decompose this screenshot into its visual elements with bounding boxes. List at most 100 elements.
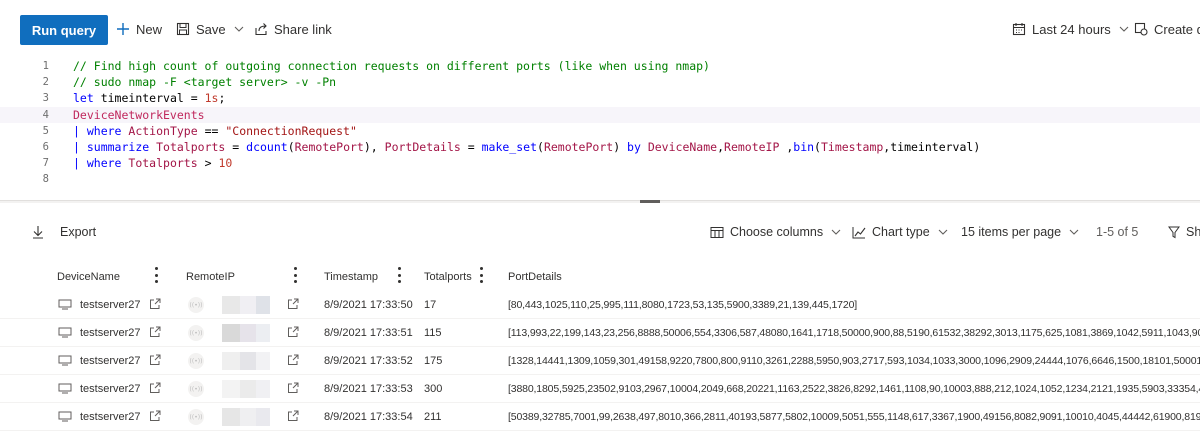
open-external-icon[interactable] bbox=[149, 410, 161, 422]
export-label: Export bbox=[60, 225, 97, 239]
code-token: RemotePort bbox=[543, 140, 614, 154]
code-token: | bbox=[73, 123, 87, 138]
network-icon: ((•)) bbox=[188, 325, 204, 341]
items-per-page-dropdown[interactable]: 15 items per page bbox=[961, 225, 1079, 239]
line-number: 1 bbox=[42, 60, 49, 72]
choose-columns-button[interactable]: Choose columns bbox=[710, 225, 841, 239]
chevron-down-icon bbox=[938, 229, 948, 235]
columns-icon bbox=[710, 226, 724, 238]
code-token: RemotePort bbox=[294, 140, 364, 154]
code-line[interactable]: 8 bbox=[0, 171, 1200, 187]
time-range-dropdown[interactable]: Last 24 hours bbox=[1012, 18, 1129, 40]
device-name[interactable]: testserver27 bbox=[80, 383, 141, 395]
code-line[interactable]: 6 | summarize Totalports = dcount(RemoteP… bbox=[0, 139, 1200, 155]
redacted-ip-block bbox=[222, 380, 240, 398]
table-row[interactable]: testserver27 ((•)) 8/9/2021 17:33:52 175 [13… bbox=[0, 347, 1200, 375]
code-token: ; bbox=[218, 91, 226, 106]
column-header-timestamp[interactable]: Timestamp bbox=[324, 271, 378, 283]
timestamp-cell: 8/9/2021 17:33:52 bbox=[324, 355, 413, 367]
device-name[interactable]: testserver27 bbox=[80, 411, 141, 423]
open-external-icon[interactable] bbox=[287, 354, 299, 366]
table-row[interactable]: testserver27 ((•)) 8/9/2021 17:33:50 17 [80,… bbox=[0, 291, 1200, 319]
time-range-label: Last 24 hours bbox=[1032, 21, 1111, 37]
code-token: = bbox=[190, 91, 205, 106]
redacted-ip-block bbox=[256, 352, 270, 370]
line-chart-icon bbox=[852, 226, 866, 238]
code-line[interactable]: 4 DeviceNetworkEvents bbox=[0, 106, 1200, 123]
save-button[interactable]: Save bbox=[176, 18, 244, 40]
table-row[interactable]: testserver27 ((•)) 8/9/2021 17:33:53 300 [38… bbox=[0, 375, 1200, 403]
items-per-page-label: 15 items per page bbox=[961, 225, 1062, 239]
query-editor[interactable]: 1 // Find high count of outgoing connecti… bbox=[0, 56, 1200, 202]
column-header-remoteip[interactable]: RemoteIP bbox=[186, 271, 235, 283]
column-menu-totalports[interactable] bbox=[479, 267, 483, 283]
redacted-ip-block bbox=[222, 408, 240, 426]
share-link-button[interactable]: Share link bbox=[254, 18, 332, 40]
code-token: ) bbox=[973, 140, 981, 154]
column-header-portdetails[interactable]: PortDetails bbox=[508, 271, 562, 283]
line-number: 4 bbox=[42, 108, 49, 121]
column-menu-devicename[interactable] bbox=[154, 267, 158, 283]
code-line[interactable]: 3 let timeinterval = 1s; bbox=[0, 90, 1200, 106]
code-text: // Find high count of outgoing connectio… bbox=[73, 59, 710, 73]
open-external-icon[interactable] bbox=[287, 326, 299, 338]
export-button[interactable]: Export bbox=[32, 225, 96, 239]
code-text: | summarize Totalports = dcount(RemotePo… bbox=[73, 140, 980, 154]
device-name[interactable]: testserver27 bbox=[80, 299, 141, 311]
pane-divider[interactable] bbox=[0, 200, 1200, 203]
share-icon bbox=[255, 23, 267, 36]
code-line[interactable]: 7 | where Totalports > 10 bbox=[0, 155, 1200, 171]
save-label: Save bbox=[196, 21, 226, 37]
code-text: let timeinterval = 1s; bbox=[73, 91, 225, 105]
code-token: | bbox=[73, 156, 87, 171]
choose-columns-label: Choose columns bbox=[730, 225, 824, 239]
code-token: 10 bbox=[218, 156, 233, 171]
open-external-icon[interactable] bbox=[149, 298, 161, 310]
redacted-ip-block bbox=[256, 324, 270, 342]
device-name[interactable]: testserver27 bbox=[80, 355, 141, 367]
open-external-icon[interactable] bbox=[149, 354, 161, 366]
code-token: // sudo nmap -F <target server> -v -Pn bbox=[73, 75, 337, 90]
line-number: 5 bbox=[42, 124, 49, 137]
open-external-icon[interactable] bbox=[287, 410, 299, 422]
code-token: RemoteIP bbox=[724, 140, 787, 154]
table-row[interactable]: testserver27 ((•)) 8/9/2021 17:33:51 115 [11… bbox=[0, 319, 1200, 347]
chart-type-label: Chart type bbox=[872, 225, 930, 239]
code-line[interactable]: 2 // sudo nmap -F <target server> -v -Pn bbox=[0, 74, 1200, 90]
timestamp-cell: 8/9/2021 17:33:50 bbox=[324, 299, 413, 311]
column-menu-timestamp[interactable] bbox=[397, 267, 401, 283]
network-icon: ((•)) bbox=[188, 409, 204, 425]
network-icon: ((•)) bbox=[188, 353, 204, 369]
open-external-icon[interactable] bbox=[287, 298, 299, 310]
code-token: Totalports bbox=[128, 156, 205, 171]
code-line[interactable]: 5 | where ActionType == "ConnectionReques… bbox=[0, 123, 1200, 139]
device-name[interactable]: testserver27 bbox=[80, 327, 141, 339]
code-token: timeinterval bbox=[100, 91, 191, 106]
column-header-totalports[interactable]: Totalports bbox=[424, 271, 472, 283]
resize-handle[interactable] bbox=[640, 200, 660, 203]
save-icon bbox=[176, 22, 190, 36]
show-filter-button[interactable]: Sh bbox=[1168, 225, 1200, 239]
portdetails-cell: [80,443,1025,110,25,995,111,8080,1723,53… bbox=[508, 299, 858, 311]
column-menu-remoteip[interactable] bbox=[293, 267, 297, 283]
open-external-icon[interactable] bbox=[287, 382, 299, 394]
table-row[interactable]: testserver27 ((•)) 8/9/2021 17:33:54 211 [50… bbox=[0, 403, 1200, 431]
code-token: summarize bbox=[86, 140, 157, 154]
open-external-icon[interactable] bbox=[149, 326, 161, 338]
redacted-ip-block bbox=[256, 296, 270, 314]
line-number: 8 bbox=[42, 173, 49, 186]
code-token: where bbox=[86, 156, 129, 171]
column-header-devicename[interactable]: DeviceName bbox=[57, 271, 120, 283]
redacted-ip-block bbox=[240, 324, 256, 342]
chart-type-dropdown[interactable]: Chart type bbox=[852, 225, 948, 239]
new-query-button[interactable]: New bbox=[116, 18, 162, 40]
line-number: 7 bbox=[42, 157, 49, 170]
open-external-icon[interactable] bbox=[149, 382, 161, 394]
code-text: DeviceNetworkEvents bbox=[73, 108, 205, 122]
device-icon bbox=[58, 383, 72, 394]
new-label: New bbox=[136, 21, 163, 37]
run-query-button[interactable]: Run query bbox=[20, 15, 108, 45]
create-detection-button[interactable]: Create d bbox=[1134, 18, 1200, 40]
code-token: let bbox=[73, 91, 101, 106]
code-line[interactable]: 1 // Find high count of outgoing connecti… bbox=[0, 58, 1200, 74]
